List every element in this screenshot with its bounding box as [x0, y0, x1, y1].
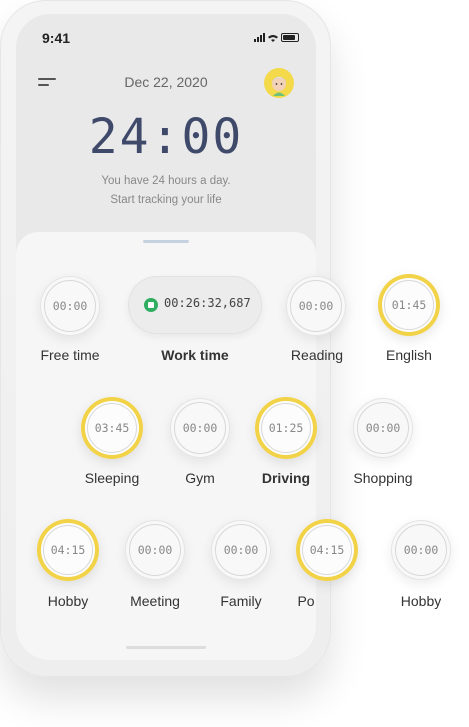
- total-time-display: 24:00: [88, 109, 244, 165]
- status-icons: [254, 33, 299, 42]
- timer-sleeping[interactable]: 03:45: [81, 397, 143, 459]
- home-indicator: [126, 646, 206, 649]
- hero-subtitle: You have 24 hours a day. Start tracking …: [16, 172, 316, 210]
- timer-value: 00:00: [215, 524, 267, 576]
- timer-value: 00:00: [129, 524, 181, 576]
- subtitle-line-1: You have 24 hours a day.: [101, 175, 231, 187]
- wifi-icon: [268, 35, 278, 42]
- battery-icon: [281, 33, 299, 42]
- timer-label: Hobby: [400, 593, 442, 609]
- timer-value: 01:45: [384, 280, 434, 330]
- timer-shopping[interactable]: 00:00: [353, 398, 413, 458]
- timer-family[interactable]: 00:00: [211, 520, 271, 580]
- timer-value: 00:00: [174, 402, 226, 454]
- timer-hobby-2[interactable]: 00:00: [391, 520, 451, 580]
- timer-label: Free time: [40, 347, 100, 363]
- running-timer[interactable]: 00:26:32,687: [128, 276, 262, 334]
- running-time: 00:26:32,687: [164, 296, 251, 310]
- timer-hobby[interactable]: 04:15: [37, 519, 99, 581]
- subtitle-line-2: Start tracking your life: [110, 194, 222, 206]
- timer-value: 00:00: [44, 280, 96, 332]
- timer-value: 01:25: [261, 403, 311, 453]
- timer-meeting[interactable]: 00:00: [125, 520, 185, 580]
- timer-driving[interactable]: 01:25: [255, 397, 317, 459]
- timer-value: 03:45: [87, 403, 137, 453]
- running-timer-label: Work time: [161, 347, 229, 363]
- timer-po[interactable]: 04:15: [296, 519, 358, 581]
- timer-label: English: [386, 347, 432, 363]
- timer-value: 00:00: [395, 524, 447, 576]
- signal-icon: [254, 33, 265, 42]
- timer-value: 04:15: [43, 525, 93, 575]
- timer-english[interactable]: 01:45: [378, 274, 440, 336]
- avatar[interactable]: [264, 68, 294, 98]
- sheet-handle[interactable]: [143, 240, 189, 243]
- timer-free-time[interactable]: 00:00: [40, 276, 100, 336]
- timer-reading[interactable]: 00:00: [286, 276, 346, 336]
- timer-value: 00:00: [290, 280, 342, 332]
- timer-value: 04:15: [302, 525, 352, 575]
- timer-label: Driving: [261, 470, 311, 486]
- timer-label: Po: [297, 593, 315, 609]
- timer-gym[interactable]: 00:00: [170, 398, 230, 458]
- timer-value: 00:00: [357, 402, 409, 454]
- timer-label: Shopping: [353, 470, 413, 486]
- status-time: 9:41: [42, 30, 71, 46]
- stop-icon[interactable]: [144, 298, 158, 312]
